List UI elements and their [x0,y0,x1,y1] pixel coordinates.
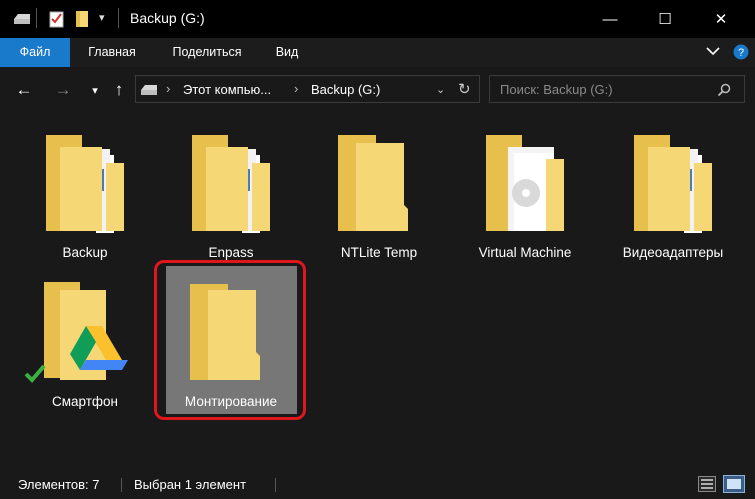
item-label: Смартфон [51,394,118,409]
refresh-icon[interactable]: ↻ [458,80,471,98]
folder-item[interactable]: Смартфон [20,272,150,412]
svg-text:?: ? [738,47,744,59]
expand-ribbon-icon[interactable] [706,46,720,56]
close-button[interactable]: ✕ [698,0,744,38]
drive-icon [14,14,30,24]
tab-view[interactable]: Вид [266,38,308,67]
folder-docs-icon [46,135,124,233]
back-arrow-icon[interactable]: ← [13,79,35,101]
item-label: NTLite Temp [340,245,418,260]
divider [275,478,276,492]
forward-arrow-icon[interactable]: → [52,79,74,101]
title-bar: ▾ Backup (G:) — ☐ ✕ [0,0,755,38]
address-bar[interactable]: › Этот компью... › Backup (G:) ⌄ ↻ [135,75,480,103]
folder-item[interactable]: NTLite Temp [314,125,444,265]
folder-item[interactable]: Backup [20,125,150,265]
divider [121,478,122,492]
item-count: Элементов: 7 [18,477,100,492]
breadcrumb-chevron-icon[interactable]: › [166,81,170,96]
navigation-bar: ← → ▾ ↑ › Этот компью... › Backup (G:) ⌄… [0,67,755,113]
tab-home[interactable]: Главная [76,38,148,67]
new-folder-icon[interactable] [75,10,91,28]
folder-empty-icon [338,135,408,231]
recent-locations-icon[interactable]: ▾ [84,79,106,101]
divider [36,8,37,28]
quick-access-dropdown-icon[interactable]: ▾ [99,11,105,24]
item-label: Virtual Machine [478,245,572,260]
divider [118,8,119,28]
folder-item[interactable]: Enpass [166,125,296,265]
drive-icon [141,85,157,95]
properties-icon[interactable] [49,9,65,28]
search-icon[interactable] [717,83,731,97]
breadcrumb-this-pc[interactable]: Этот компью... [183,82,271,97]
folder-drive-icon [24,282,128,383]
folder-empty-icon [190,284,260,380]
item-label: Enpass [208,245,254,260]
ribbon-tabs: Файл Главная Поделиться Вид ? [0,38,755,67]
help-icon[interactable]: ? [733,43,749,60]
folder-disc-icon [486,135,564,231]
search-placeholder: Поиск: Backup (G:) [500,82,613,97]
item-label: Backup [62,245,108,260]
folder-item[interactable]: Видеоадаптеры [608,125,738,265]
maximize-button[interactable]: ☐ [642,0,688,38]
folder-docs-icon [634,135,712,233]
selection-status: Выбран 1 элемент [134,477,247,492]
up-arrow-icon[interactable]: ↑ [108,79,130,101]
tab-file[interactable]: Файл [0,38,70,67]
minimize-button[interactable]: — [587,0,633,38]
item-label: Видеоадаптеры [622,245,724,260]
window-title: Backup (G:) [130,10,205,26]
large-icons-view-icon[interactable] [723,475,745,493]
breadcrumb-backup[interactable]: Backup (G:) [311,82,380,97]
item-label: Монтирование [184,394,278,409]
status-bar: Элементов: 7 Выбран 1 элемент [0,470,755,499]
details-view-icon[interactable] [698,476,716,492]
folder-docs-icon [192,135,270,233]
folder-item-selected[interactable]: Монтирование [166,272,296,412]
search-box[interactable]: Поиск: Backup (G:) [489,75,745,103]
tab-share[interactable]: Поделиться [160,38,254,67]
folder-item[interactable]: Virtual Machine [460,125,590,265]
address-history-icon[interactable]: ⌄ [436,83,445,96]
breadcrumb-chevron-icon[interactable]: › [294,81,298,96]
